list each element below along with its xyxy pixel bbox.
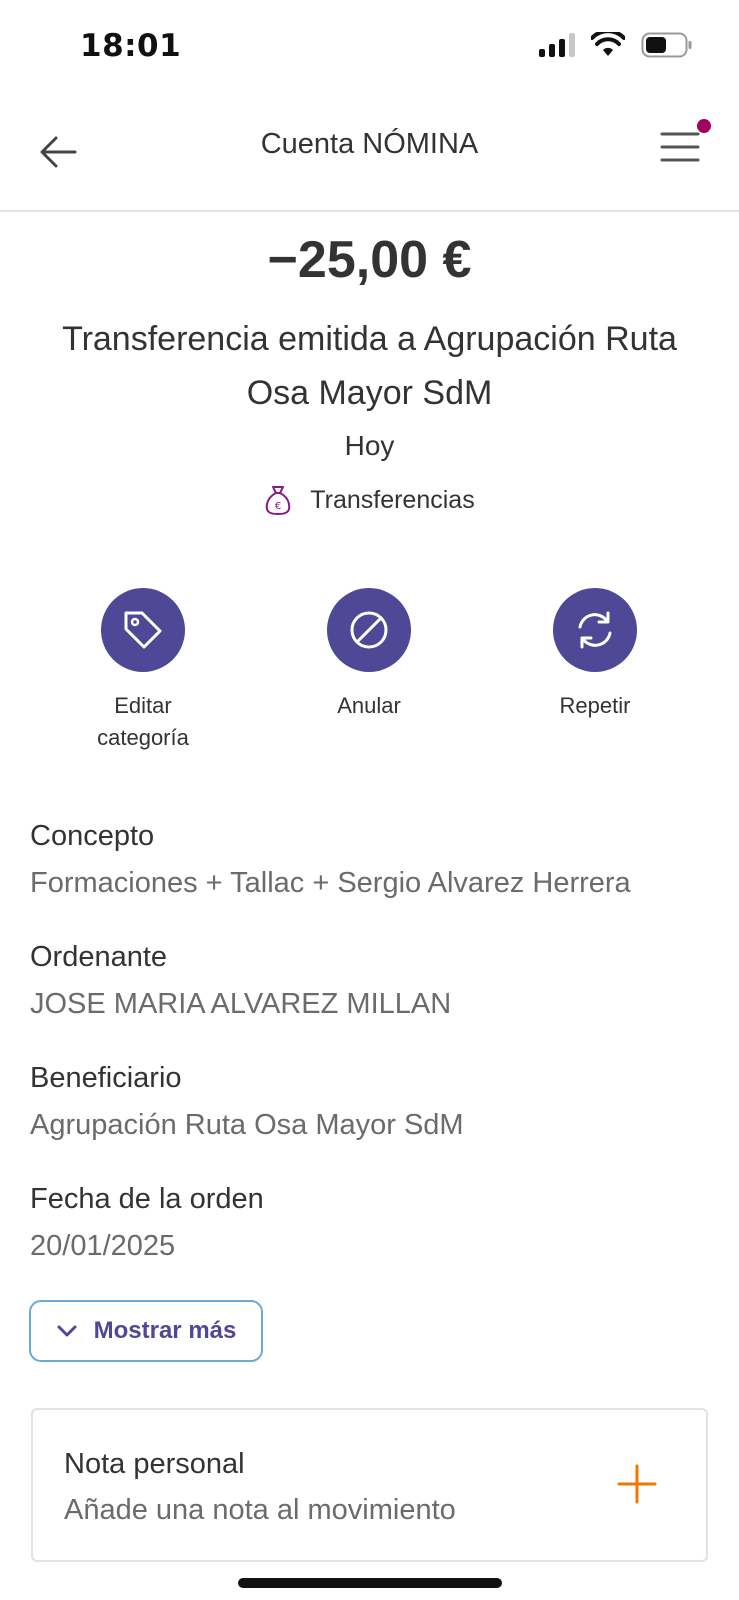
- repeat-button[interactable]: Repetir: [505, 588, 685, 722]
- edit-category-button[interactable]: Editar categoría: [53, 588, 233, 754]
- status-time: 18:01: [80, 28, 182, 64]
- detail-value: Formaciones + Tallac + Sergio Alvarez He…: [30, 867, 631, 899]
- detail-value: JOSE MARIA ALVAREZ MILLAN: [30, 988, 452, 1020]
- svg-text:€: €: [275, 501, 281, 512]
- status-icons: [539, 32, 693, 58]
- edit-category-label: Editar categoría: [53, 690, 233, 754]
- cancel-button[interactable]: Anular: [279, 588, 459, 722]
- detail-fecha-orden: Fecha de la orden 20/01/2025: [30, 1183, 710, 1263]
- edit-category-label-line1: Editar: [114, 693, 172, 718]
- money-bag-icon: €: [266, 486, 291, 516]
- plus-icon: [617, 1464, 657, 1504]
- page-title: Cuenta NÓMINA: [260, 128, 479, 160]
- wifi-icon: [591, 32, 625, 56]
- repeat-label: Repetir: [559, 693, 631, 718]
- edit-category-circle[interactable]: [101, 588, 185, 672]
- battery-icon: [641, 32, 692, 58]
- add-note-button[interactable]: [615, 1462, 659, 1506]
- detail-label: Beneficiario: [30, 1062, 182, 1094]
- cellular-signal-icon: [539, 33, 575, 57]
- transaction-category: € Transferencias: [0, 484, 739, 516]
- home-indicator[interactable]: [238, 1578, 502, 1588]
- detail-label: Concepto: [30, 820, 155, 852]
- status-bar: 18:01: [0, 0, 739, 100]
- tag-icon: [124, 611, 162, 649]
- cancel-label: Anular: [337, 693, 401, 718]
- note-placeholder: Añade una nota al movimiento: [64, 1494, 456, 1526]
- transaction-amount: −25,00 €: [267, 231, 472, 289]
- detail-ordenante: Ordenante JOSE MARIA ALVAREZ MILLAN: [30, 941, 710, 1021]
- show-more-button[interactable]: Mostrar más: [29, 1300, 263, 1362]
- detail-label: Ordenante: [30, 941, 168, 973]
- detail-value: Agrupación Ruta Osa Mayor SdM: [30, 1109, 464, 1141]
- category-label: Transferencias: [310, 485, 475, 514]
- cancel-circle[interactable]: [327, 588, 411, 672]
- app-header: Cuenta NÓMINA: [0, 100, 739, 212]
- detail-value: 20/01/2025: [30, 1230, 176, 1262]
- hamburger-menu-icon: [660, 132, 700, 162]
- show-more-label: Mostrar más: [93, 1317, 237, 1344]
- transaction-date: Hoy: [344, 430, 395, 461]
- notification-dot: [697, 119, 711, 133]
- chevron-down-icon: [57, 1325, 77, 1337]
- edit-category-label-line2: categoría: [97, 725, 189, 750]
- personal-note-card[interactable]: Nota personal Añade una nota al movimien…: [31, 1408, 708, 1562]
- transaction-description: Transferencia emitida a Agrupación Ruta …: [62, 320, 677, 412]
- detail-beneficiario: Beneficiario Agrupación Ruta Osa Mayor S…: [30, 1062, 710, 1142]
- menu-button[interactable]: [658, 126, 706, 174]
- cancel-icon: [350, 611, 388, 649]
- detail-concepto: Concepto Formaciones + Tallac + Sergio A…: [30, 820, 710, 900]
- detail-label: Fecha de la orden: [30, 1183, 264, 1215]
- repeat-circle[interactable]: [553, 588, 637, 672]
- note-title: Nota personal: [64, 1448, 245, 1480]
- repeat-icon: [578, 611, 612, 649]
